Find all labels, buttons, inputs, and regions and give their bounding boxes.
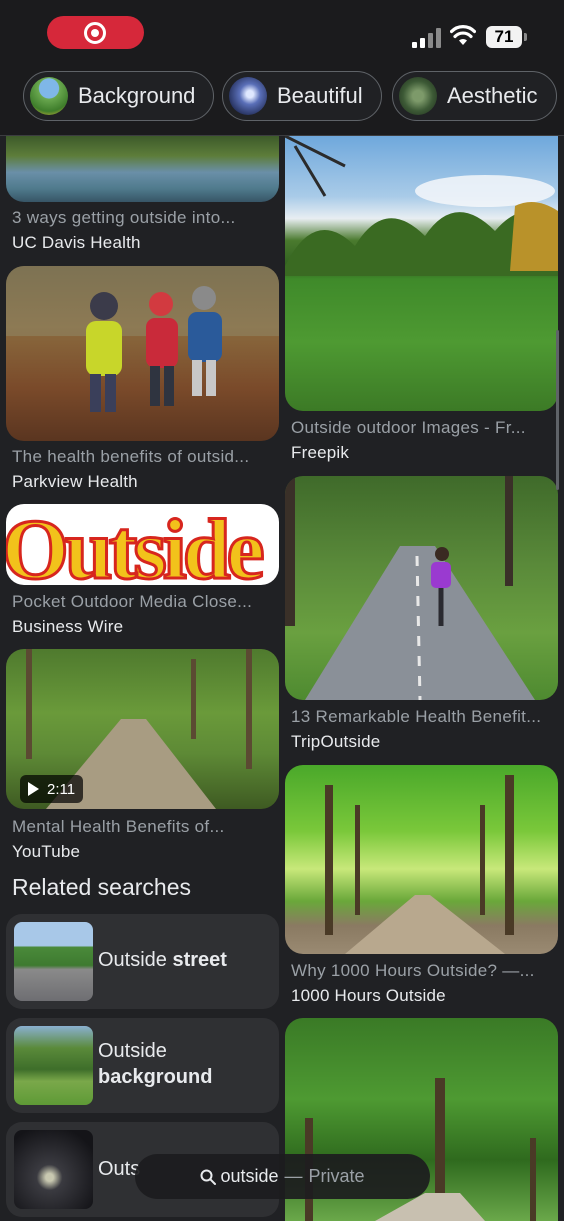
suggestion-chip-row: Background Beautiful Aesthetic <box>0 64 564 136</box>
related-searches-heading: Related searches <box>12 874 191 900</box>
related-search-text: Outside background <box>98 1040 213 1088</box>
result-thumbnail[interactable] <box>285 476 558 700</box>
result-source[interactable]: Business Wire <box>12 617 277 637</box>
tree-tunnel-photo <box>325 775 514 954</box>
chip-label: Background <box>78 83 196 108</box>
cyclist-path-photo <box>285 476 535 700</box>
chip-aesthetic[interactable]: Aesthetic <box>392 71 557 121</box>
image-result[interactable]: Outside outdoor Images - Fr... Freepik <box>285 136 558 466</box>
status-bar: 71 <box>0 0 564 64</box>
result-thumbnail[interactable] <box>6 136 279 202</box>
video-result[interactable]: 2:11 Mental Health Benefits of... YouTub… <box>6 649 279 864</box>
result-thumbnail[interactable] <box>285 136 558 411</box>
result-title[interactable]: Outside outdoor Images - Fr... <box>291 418 556 438</box>
search-icon <box>200 1169 217 1185</box>
result-source[interactable]: Freepik <box>291 443 556 463</box>
image-result[interactable]: Why 1000 Hours Outside? —... 1000 Hours … <box>285 765 558 1005</box>
related-search-text: Outside street <box>98 949 227 971</box>
result-source[interactable]: YouTube <box>12 842 277 862</box>
record-icon <box>84 22 106 44</box>
image-result[interactable]: 13 Remarkable Health Benefit... TripOuts… <box>285 476 558 756</box>
result-thumbnail[interactable]: Outside <box>6 504 279 585</box>
video-duration-badge: 2:11 <box>20 775 84 803</box>
related-search-outside-background[interactable]: Outside background <box>6 1018 279 1113</box>
result-source[interactable]: TripOutside <box>291 732 556 752</box>
chip-background[interactable]: Background <box>23 71 215 121</box>
result-title[interactable]: Pocket Outdoor Media Close... <box>12 592 277 612</box>
result-title[interactable]: The health benefits of outsid... <box>12 447 277 467</box>
video-duration: 2:11 <box>47 780 76 798</box>
chip-thumbnail <box>30 77 68 115</box>
scrollbar[interactable] <box>556 330 559 490</box>
battery-icon: 71 <box>486 26 527 48</box>
result-title[interactable]: Why 1000 Hours Outside? —... <box>291 961 556 981</box>
outside-logo: Outside <box>6 504 268 585</box>
chip-thumbnail <box>399 77 437 115</box>
chip-label: Aesthetic <box>447 83 538 108</box>
chip-label: Beautiful <box>277 83 363 108</box>
play-icon <box>28 782 39 796</box>
result-title[interactable]: Mental Health Benefits of... <box>12 817 277 837</box>
result-source[interactable]: UC Davis Health <box>12 233 277 253</box>
separator: — <box>284 1166 303 1186</box>
search-query-pill[interactable]: outside — Private <box>135 1154 430 1199</box>
chip-thumbnail <box>229 77 267 115</box>
image-result[interactable]: The health benefits of outsid... Parkvie… <box>6 266 279 496</box>
children-running-photo <box>6 266 279 412</box>
result-source[interactable]: 1000 Hours Outside <box>291 986 556 1006</box>
related-search-text: Outs <box>98 1158 141 1180</box>
chip-beautiful[interactable]: Beautiful <box>222 71 382 121</box>
result-title[interactable]: 3 ways getting outside into... <box>12 208 277 228</box>
outside-logo-text: Outside <box>6 504 263 585</box>
related-search-outside-street[interactable]: Outside street <box>6 914 279 1009</box>
related-thumbnail <box>14 1026 93 1105</box>
meadow-trees-photo <box>285 136 558 276</box>
wifi-icon <box>450 25 476 45</box>
result-thumbnail[interactable] <box>6 266 279 441</box>
private-mode-label: Private <box>308 1166 365 1186</box>
image-result[interactable]: Outside Pocket Outdoor Media Close... Bu… <box>6 504 279 644</box>
result-thumbnail[interactable] <box>285 765 558 954</box>
related-thumbnail <box>14 1130 93 1209</box>
result-title[interactable]: 13 Remarkable Health Benefit... <box>291 707 556 727</box>
cellular-signal-icon <box>412 28 442 48</box>
search-query-text: outside <box>220 1166 279 1186</box>
result-source[interactable]: Parkview Health <box>12 472 277 492</box>
image-result[interactable]: 3 ways getting outside into... UC Davis … <box>6 136 279 261</box>
related-thumbnail <box>14 922 93 1001</box>
